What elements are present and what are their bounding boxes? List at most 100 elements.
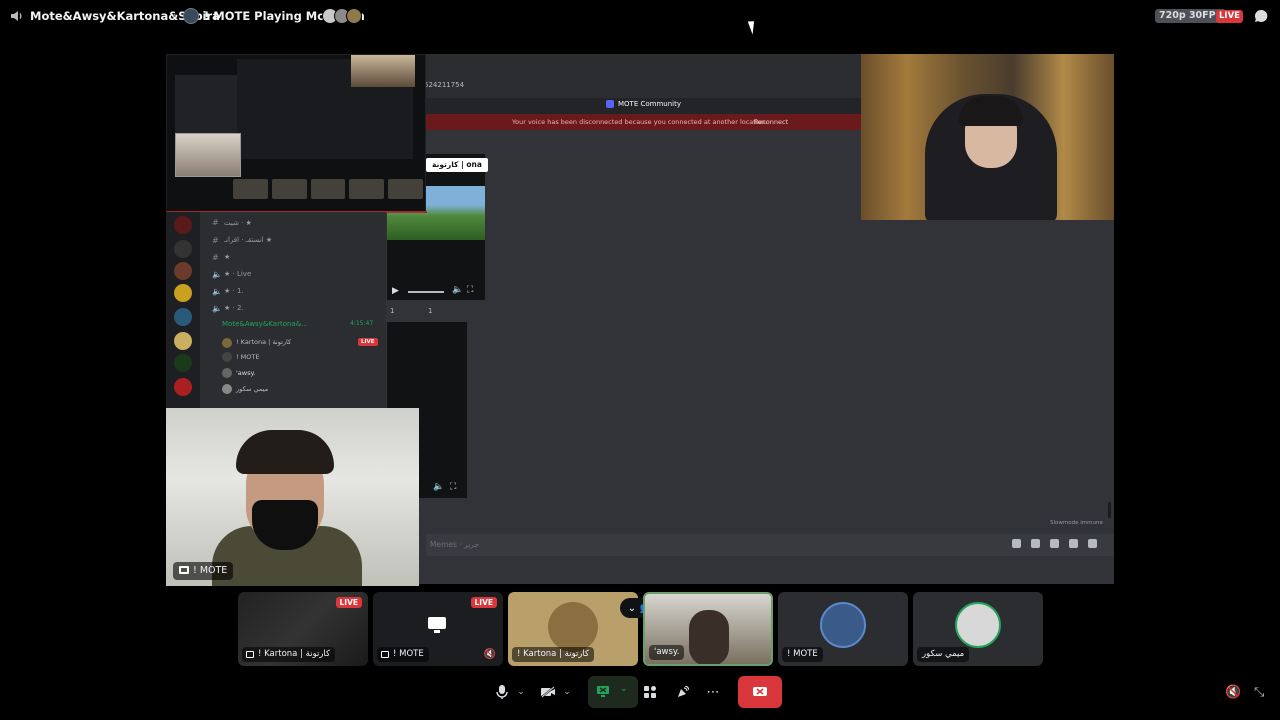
server-id: 524211754 <box>424 81 465 89</box>
avatar <box>955 602 1001 648</box>
participant-tile[interactable]: LIVE ! MOTE 🔇 <box>373 592 503 666</box>
chevron-down-icon[interactable]: ⌄ <box>516 676 526 708</box>
live-badge: LIVE <box>335 597 362 608</box>
reaction-count[interactable]: 1 <box>390 307 394 315</box>
server-icon[interactable] <box>174 354 192 372</box>
server-icon[interactable] <box>174 216 192 234</box>
chevron-down-icon[interactable]: ⌄ <box>628 603 636 614</box>
voice-user[interactable]: ! Kartona | كارتونة <box>236 338 291 346</box>
inset-camera-2 <box>351 55 415 87</box>
avatar <box>222 338 232 348</box>
volume-icon[interactable]: 🔈 <box>452 285 463 295</box>
camera-button[interactable] <box>540 676 556 708</box>
chevron-down-icon[interactable]: ⌄ <box>562 676 572 708</box>
live-badge: LIVE <box>1216 10 1243 23</box>
message-input-placeholder: Memes · جرير <box>430 540 480 549</box>
community-name: MOTE Community <box>618 100 681 108</box>
nested-screen-preview <box>166 54 427 213</box>
channel-item[interactable]: ★ · 1. <box>224 287 244 295</box>
participant-tile[interactable]: 'awsy. <box>643 592 773 666</box>
modrinth-app-icon <box>183 8 199 24</box>
participant-label: ! MOTE <box>782 647 823 662</box>
avatar <box>548 602 598 652</box>
avatar <box>820 602 866 648</box>
muted-icon: 🔇 <box>483 649 496 660</box>
soundboard-button[interactable] <box>674 676 690 708</box>
notice-text: Your voice has been disconnected because… <box>512 118 768 126</box>
channel-item[interactable]: شيت · ★ <box>224 219 252 227</box>
volume-mute-icon[interactable]: 🔇 <box>1225 685 1241 700</box>
fullscreen-icon[interactable]: ⛶ <box>467 285 473 295</box>
channel-label: كارتونة | ona <box>426 158 488 172</box>
reaction-count[interactable]: 1 <box>428 307 432 315</box>
server-icon[interactable] <box>174 240 192 258</box>
participant-label: ! Kartona | كارتونة <box>512 647 595 662</box>
avatar <box>222 384 232 394</box>
voice-user[interactable]: 'awsy. <box>236 369 255 377</box>
screen-icon <box>246 651 254 658</box>
exit-fullscreen-icon[interactable]: ⤡ <box>1254 685 1264 700</box>
chat-icon[interactable] <box>1254 9 1268 23</box>
inset-tiles <box>233 179 423 199</box>
gif-icon[interactable] <box>1031 539 1040 548</box>
server-icon[interactable] <box>174 284 192 302</box>
activities-button[interactable] <box>642 676 658 708</box>
more-button[interactable]: ⋯ <box>705 676 721 708</box>
server-list <box>166 212 200 408</box>
participant-tile[interactable]: LIVE ! Kartona | كارتونة <box>238 592 368 666</box>
server-icon[interactable] <box>174 308 192 326</box>
call-header: Mote&Awsy&Kartona&Sabira ! MOTE Playing … <box>0 0 1280 32</box>
channel-item[interactable]: ★ · Live <box>224 270 251 278</box>
apps-icon[interactable] <box>1088 539 1097 548</box>
voice-timer: 4:15:47 <box>350 320 374 327</box>
avatar <box>346 8 362 24</box>
inset-camera <box>175 133 241 177</box>
emoji-icon[interactable] <box>1069 539 1078 548</box>
participant-label: ! MOTE <box>377 647 429 662</box>
voice-user[interactable]: ميمي سكور <box>236 385 268 393</box>
camera-feed-mote[interactable]: ! MOTE <box>166 408 419 586</box>
active-voice-channel[interactable]: Mote&Awsy&Kartona&... <box>222 320 308 328</box>
server-icon[interactable] <box>174 378 192 396</box>
progress-bar[interactable] <box>408 291 444 293</box>
disconnect-button[interactable] <box>738 676 782 708</box>
screen-share-button[interactable]: ⌄ <box>588 676 638 708</box>
channel-item[interactable]: انستقـ · اقرانـ ★ <box>224 236 272 244</box>
camera-feed-awsy-overlay <box>861 54 1114 220</box>
fullscreen-icon[interactable]: ⛶ <box>450 482 456 492</box>
message-input[interactable] <box>426 534 1114 556</box>
participant-label: 'awsy. <box>649 645 685 660</box>
sticker-icon[interactable] <box>1050 539 1059 548</box>
avatar <box>689 610 729 664</box>
participant-label: ! Kartona | كارتونة <box>242 647 336 662</box>
avatar <box>222 368 232 378</box>
slowmode-label: Slowmode immune <box>1050 520 1103 526</box>
disconnect-icon <box>753 687 767 696</box>
voice-user[interactable]: ! MOTE <box>236 353 259 361</box>
gift-icon[interactable] <box>1012 539 1021 548</box>
live-badge: LIVE <box>470 597 497 608</box>
screen-share-icon <box>597 686 609 697</box>
scrollbar[interactable] <box>1108 502 1111 518</box>
participant-label: ميمي سكور <box>917 647 970 662</box>
participant-label: ! MOTE <box>173 562 234 580</box>
live-badge: LIVE <box>358 338 378 346</box>
chevron-down-icon[interactable]: ⌄ <box>620 684 628 694</box>
volume-icon[interactable]: 🔈 <box>433 482 444 492</box>
play-icon[interactable]: ▶ <box>392 286 399 296</box>
channel-item[interactable]: ★ <box>224 253 230 261</box>
reconnect-link[interactable]: Reconnect <box>754 118 788 126</box>
input-toolbar <box>1012 539 1097 548</box>
activities-icon <box>644 686 656 698</box>
participant-tile[interactable]: ! MOTE <box>778 592 908 666</box>
participant-tile[interactable]: ! Kartona | كارتونة <box>508 592 638 666</box>
video-off-icon <box>541 686 555 698</box>
microphone-button[interactable] <box>494 676 510 708</box>
ellipsis-icon: ⋯ <box>706 684 720 700</box>
speaker-icon <box>11 11 22 21</box>
participant-tile[interactable]: ميمي سكور <box>913 592 1043 666</box>
server-icon[interactable] <box>174 262 192 280</box>
channel-item[interactable]: ★ · 2. <box>224 304 244 312</box>
server-icon[interactable] <box>174 332 192 350</box>
participant-avatars[interactable] <box>322 8 362 24</box>
